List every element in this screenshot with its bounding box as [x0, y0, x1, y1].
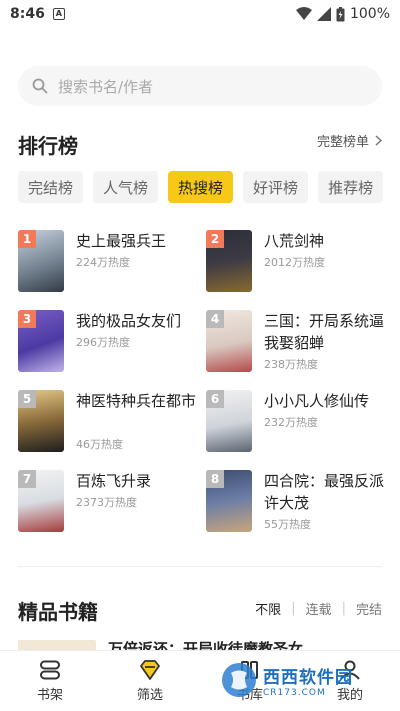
ranking-book-8[interactable]: 8 四合院：最强反派许大茂 55万热度 [206, 470, 386, 534]
filter-finished[interactable]: 完结 [356, 599, 382, 618]
watermark-logo [222, 663, 256, 697]
section-divider [18, 566, 382, 567]
book-title: 史上最强兵王 [76, 232, 167, 250]
book-title: 三国：开局系统逼我娶貂蝉 [264, 312, 385, 352]
book-title: 四合院：最强反派许大茂 [264, 472, 385, 512]
nav-filter[interactable]: 筛选 [100, 651, 200, 711]
search-bar[interactable]: 搜索书名/作者 [18, 66, 382, 106]
status-time: 8:46 [10, 6, 45, 22]
search-icon [32, 78, 48, 94]
book-cover: 4 [206, 310, 252, 372]
nav-filter-label: 筛选 [136, 687, 163, 703]
wifi-icon [295, 7, 312, 20]
book-cover: 7 [18, 470, 64, 532]
book-heat: 296万热度 [76, 336, 130, 349]
rank-badge: 7 [18, 470, 36, 488]
watermark: 西西软件园 CR173.COM [219, 660, 384, 700]
watermark-url: CR173.COM [263, 687, 326, 698]
book-heat: 2373万热度 [76, 496, 137, 509]
ranking-book-3[interactable]: 3 我的极品女友们 296万热度 [18, 310, 198, 374]
book-title: 八荒剑神 [264, 232, 325, 250]
ranking-book-6[interactable]: 6 小小凡人修仙传 232万热度 [206, 390, 386, 454]
book-title: 百炼飞升录 [76, 472, 152, 490]
diamond-icon [140, 659, 160, 680]
rank-badge: 8 [206, 470, 224, 488]
ranking-book-7[interactable]: 7 百炼飞升录 2373万热度 [18, 470, 198, 534]
book-cover: 3 [18, 310, 64, 372]
ranking-book-2[interactable]: 2 八荒剑神 2012万热度 [206, 230, 386, 294]
rank-badge: 3 [18, 310, 36, 328]
ranking-book-5[interactable]: 5 神医特种兵在都市 46万热度 [18, 390, 198, 454]
book-title: 我的极品女友们 [76, 312, 182, 330]
chevron-right-icon [375, 135, 382, 146]
rank-badge: 5 [18, 390, 36, 408]
ranking-book-4[interactable]: 4 三国：开局系统逼我娶貂蝉 238万热度 [206, 310, 386, 374]
app-notification-icon: A [52, 8, 65, 20]
status-bar: 8:46 A 100% [0, 0, 400, 28]
book-heat: 55万热度 [264, 518, 311, 531]
tab-hot-search[interactable]: 热搜榜 [168, 171, 234, 203]
filter-all[interactable]: 不限 [255, 599, 281, 618]
tab-finished[interactable]: 完结榜 [18, 171, 84, 203]
watermark-brand: 西西软件园 [263, 667, 353, 688]
tab-popular[interactable]: 人气榜 [93, 171, 159, 203]
book-heat: 232万热度 [264, 416, 318, 429]
book-heat: 224万热度 [76, 256, 130, 269]
book-cover: 2 [206, 230, 252, 292]
tab-recommended[interactable]: 推荐榜 [318, 171, 384, 203]
book-cover: 1 [18, 230, 64, 292]
book-heat: 2012万热度 [264, 256, 325, 269]
battery-level: 100% [349, 6, 390, 22]
nav-shelf-label: 书架 [36, 687, 63, 703]
book-cover: 6 [206, 390, 252, 452]
book-cover: 5 [18, 390, 64, 452]
signal-icon [316, 7, 331, 21]
rank-badge: 4 [206, 310, 224, 328]
book-cover: 8 [206, 470, 252, 532]
book-heat: 238万热度 [264, 358, 318, 371]
battery-icon [336, 6, 345, 21]
full-ranking-label: 完整榜单 [316, 135, 369, 150]
search-placeholder: 搜索书名/作者 [58, 77, 154, 96]
book-title: 神医特种兵在都市 [76, 392, 197, 410]
full-ranking-link[interactable]: 完整榜单 [317, 131, 382, 150]
featured-filters: 不限 | 连载 | 完结 [255, 599, 382, 618]
bookshelf-icon [40, 660, 60, 679]
featured-title: 精品书籍 [18, 600, 98, 624]
filter-separator: | [291, 601, 296, 616]
rank-badge: 2 [206, 230, 224, 248]
ranking-book-1[interactable]: 1 史上最强兵王 224万热度 [18, 230, 198, 294]
filter-separator: | [341, 601, 346, 616]
nav-shelf[interactable]: 书架 [0, 651, 100, 711]
ranking-tabs: 完结榜 人气榜 热搜榜 好评榜 推荐榜 [18, 171, 384, 203]
tab-top-rated[interactable]: 好评榜 [243, 171, 309, 203]
book-heat: 46万热度 [76, 438, 123, 451]
ranking-title: 排行榜 [18, 134, 78, 158]
book-title: 小小凡人修仙传 [264, 392, 370, 410]
rank-badge: 1 [18, 230, 36, 248]
rank-badge: 6 [206, 390, 224, 408]
filter-ongoing[interactable]: 连载 [306, 599, 332, 618]
